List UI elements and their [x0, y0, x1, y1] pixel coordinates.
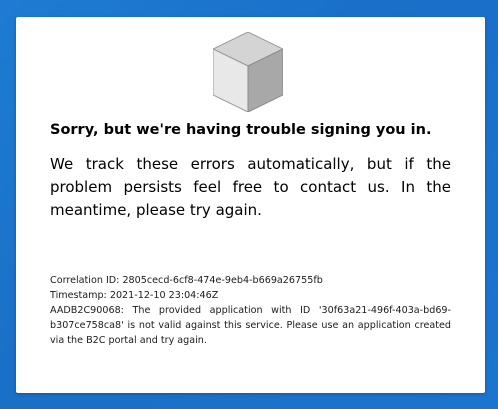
timestamp: Timestamp: 2021-12-10 23:04:46Z — [50, 290, 219, 301]
error-detail-text: AADB2C90068: The provided application wi… — [50, 305, 451, 346]
error-card: Sorry, but we're having trouble signing … — [16, 17, 485, 393]
error-details: Correlation ID: 2805cecd-6cf8-474e-9eb4-… — [50, 273, 451, 348]
error-message: We track these errors automatically, but… — [50, 155, 451, 219]
error-title: Sorry, but we're having trouble signing … — [50, 122, 432, 138]
cube-icon — [213, 32, 283, 112]
correlation-id: Correlation ID: 2805cecd-6cf8-474e-9eb4-… — [50, 275, 323, 286]
